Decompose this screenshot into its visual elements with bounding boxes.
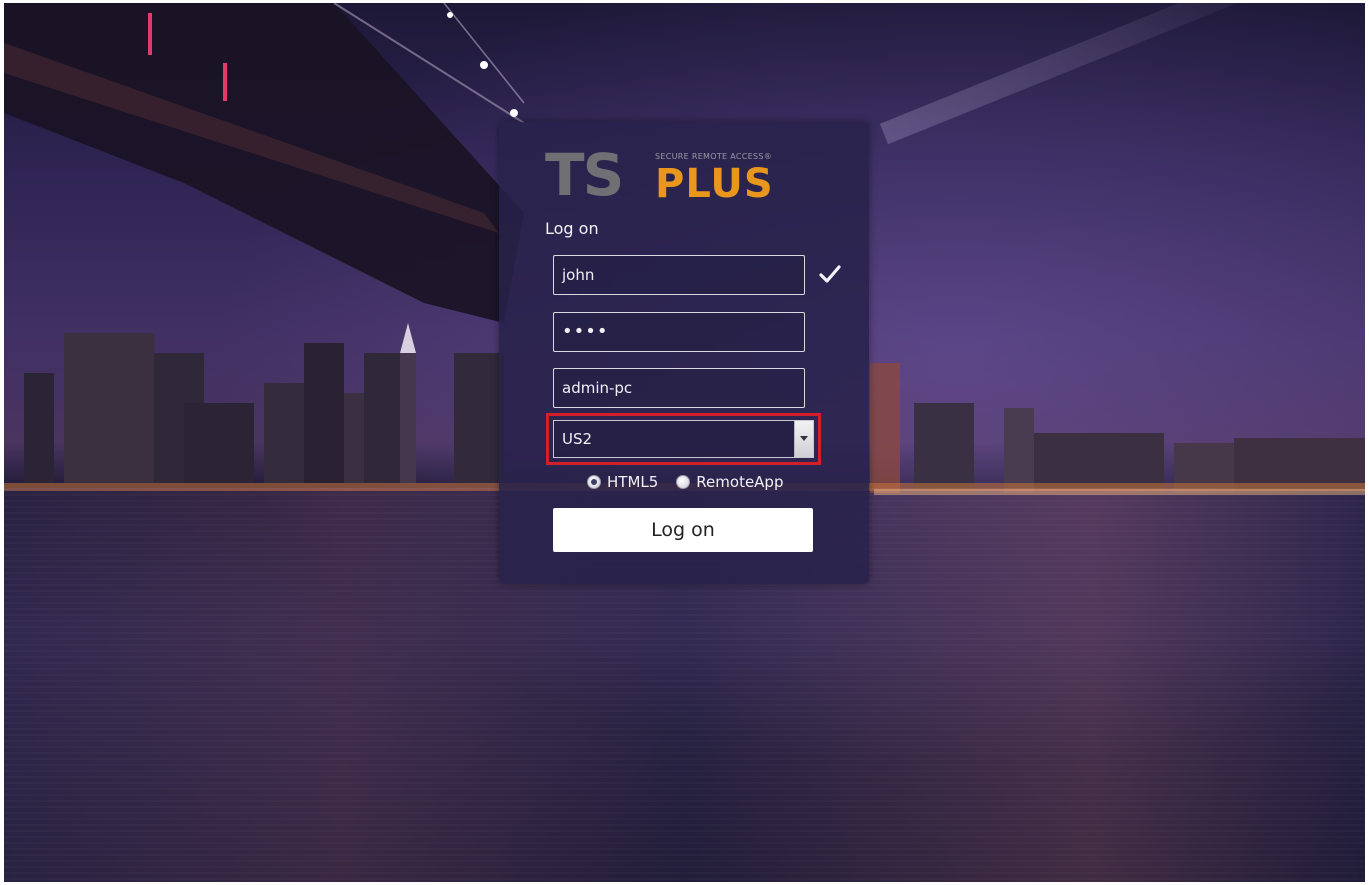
client-type-options: HTML5 RemoteApp (587, 472, 801, 492)
farm-select-highlight: US2 (546, 413, 821, 465)
password-input[interactable]: •••• (553, 312, 805, 352)
logo-plus: PLUS (655, 161, 774, 207)
farm-select-value: US2 (562, 430, 593, 448)
farm-select[interactable]: US2 (553, 420, 814, 458)
login-panel: TS SECURE REMOTE ACCESS® PLUS Log on joh… (499, 122, 869, 584)
radio-html5-label[interactable]: HTML5 (607, 473, 658, 491)
server-input[interactable]: admin-pc (553, 368, 805, 408)
screenshot-frame: TS SECURE REMOTE ACCESS® PLUS Log on joh… (4, 3, 1365, 882)
radio-html5[interactable] (587, 475, 601, 489)
tsplus-logo: TS SECURE REMOTE ACCESS® PLUS (545, 146, 825, 204)
radio-remoteapp-label[interactable]: RemoteApp (696, 473, 783, 491)
radio-remoteapp[interactable] (676, 475, 691, 489)
username-input[interactable]: john (553, 255, 805, 295)
logon-button[interactable]: Log on (553, 508, 813, 552)
chevron-down-icon[interactable] (794, 421, 813, 457)
check-icon (819, 265, 841, 283)
logo-ts: TS (545, 141, 624, 209)
logon-heading: Log on (545, 219, 599, 238)
